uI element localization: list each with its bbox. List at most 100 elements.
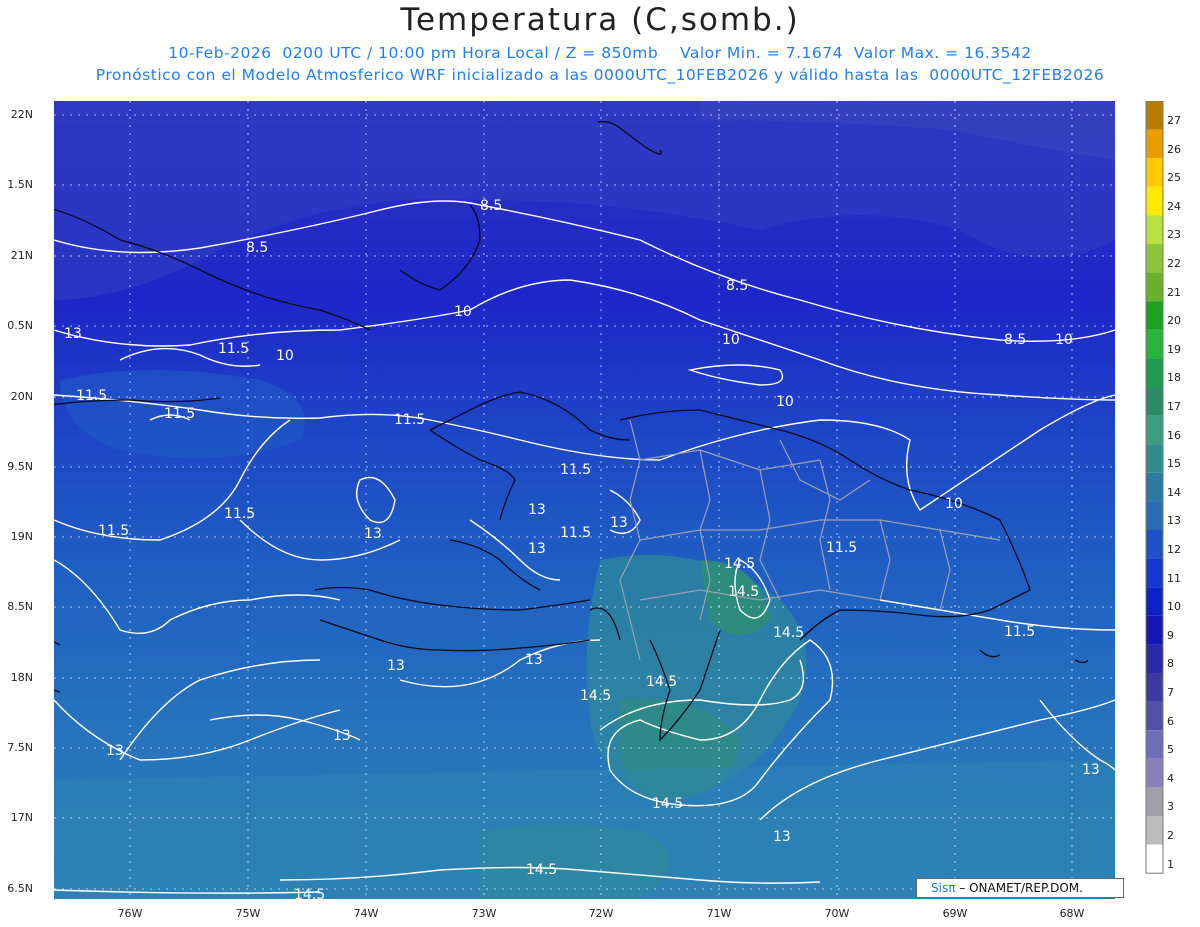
contour-label: 10 [454,304,472,320]
contour-label: 13 [610,515,628,531]
colorbar-swatch [1146,501,1163,530]
colorbar-label: 22 [1167,257,1181,270]
colorbar-swatch [1146,329,1163,359]
colorbar-swatch [1146,673,1163,702]
colorbar-label: 4 [1167,771,1174,785]
colorbar-label: 1 [1167,857,1174,871]
colorbar-label: 12 [1167,543,1181,556]
colorbar-swatch [1146,101,1163,130]
lat-label: 9.5N [7,460,33,473]
colorbar-label: 5 [1167,743,1174,757]
lat-label: 21N [10,249,33,262]
colorbar-swatch [1146,472,1163,502]
contour-label: 14.5 [724,556,755,572]
colorbar-swatch [1146,816,1163,845]
colorbar-label: 17 [1167,400,1181,413]
brand-logo: Sisπ [931,881,956,895]
colorbar-label: 27 [1167,114,1181,127]
colorbar-label: 6 [1167,714,1174,728]
contour-label: 10 [1055,332,1073,348]
colorbar-swatch [1146,444,1163,473]
contour-label: 14.5 [646,674,677,690]
lon-label: 71W [706,907,732,920]
lat-label: 18N [10,671,33,684]
contour-label: 11.5 [560,462,591,478]
colorbar-label: 23 [1167,228,1181,242]
contour-label: 14.5 [294,887,325,903]
lon-label: 70W [824,907,850,920]
colorbar-swatch [1146,415,1163,445]
colorbar-swatch [1146,644,1163,673]
lat-label: 8.5N [7,600,33,613]
colorbar-label: 20 [1167,314,1181,328]
contour-label: 8.5 [726,278,748,294]
contour-label: 11.5 [76,388,107,404]
lat-label: 0.5N [7,319,33,332]
contour-label: 10 [776,394,794,410]
lon-label: 68W [1059,907,1085,920]
contour-label: 13 [525,652,543,668]
colorbar-label: 3 [1167,800,1174,814]
colorbar-label: 10 [1167,600,1181,614]
contour-label: 13 [364,526,382,542]
contour-label: 11.5 [164,406,195,422]
contour-label: 13 [528,541,546,557]
contour-label: 14.5 [580,688,611,704]
colorbar-swatch [1146,358,1163,387]
lat-label: 22N [10,108,33,121]
colorbar-label: 26 [1167,142,1181,156]
colorbar-label: 9 [1167,628,1174,642]
contour-label: 14.5 [526,862,557,878]
colorbar-label: 11 [1167,571,1181,585]
colorbar-label: 8 [1167,657,1174,671]
colorbar-swatch [1146,387,1163,416]
lat-label: 17N [10,811,33,824]
colorbar-swatch [1146,530,1163,559]
colorbar-swatch [1146,186,1163,216]
colorbar-label: 24 [1167,199,1181,213]
colorbar-label: 14 [1167,485,1181,499]
contour-label: 8.5 [246,240,268,256]
contour-label: 11.5 [1004,624,1035,640]
contour-label: 14.5 [728,584,759,600]
colorbar-label: 21 [1167,285,1181,299]
contour-label: 14.5 [652,796,683,812]
colorbar-swatch [1146,158,1163,187]
contour-label: 13 [1082,762,1100,778]
colorbar-swatch [1146,701,1163,731]
contour-label: 13 [333,728,351,744]
colorbar-swatch [1146,244,1163,273]
lat-label: 7.5N [7,741,33,754]
contour-label: 13 [64,326,82,342]
colorbar-swatch [1146,301,1163,330]
contour-label: 11.5 [560,525,591,541]
colorbar-swatch [1146,787,1163,816]
lon-label: 72W [588,907,614,920]
contour-label: 13 [528,502,546,518]
contour-label: 11.5 [98,523,129,539]
lat-label: 1.5N [7,178,33,191]
contour-label: 10 [276,348,294,364]
colorbar [1145,101,1164,874]
contour-label: 8.5 [480,198,502,214]
colorbar-swatch [1146,215,1163,244]
lat-label: 6.5N [7,882,33,895]
contour-label: 8.5 [1004,332,1026,348]
colorbar-swatch [1146,730,1163,759]
lon-label: 69W [942,907,968,920]
colorbar-swatch [1146,587,1163,616]
contour-label: 11.5 [224,506,255,522]
colorbar-label: 2 [1167,829,1174,842]
colorbar-label: 7 [1167,686,1174,699]
colorbar-swatch [1146,844,1163,874]
colorbar-swatch [1146,615,1163,645]
lon-label: 76W [117,907,143,920]
lon-label: 74W [353,907,379,920]
contour-label: 14.5 [773,625,804,641]
temperature-map: 8.5 8.5 8.5 8.5 10 10 10 10 10 10 11.5 11.5 11.5 11.5… [54,101,1115,903]
contour-label: 13 [387,658,405,674]
lat-label: 20N [10,390,33,403]
contour-label: 13 [773,829,791,845]
contour-label: 11.5 [394,412,425,428]
colorbar-label: 25 [1167,171,1181,185]
